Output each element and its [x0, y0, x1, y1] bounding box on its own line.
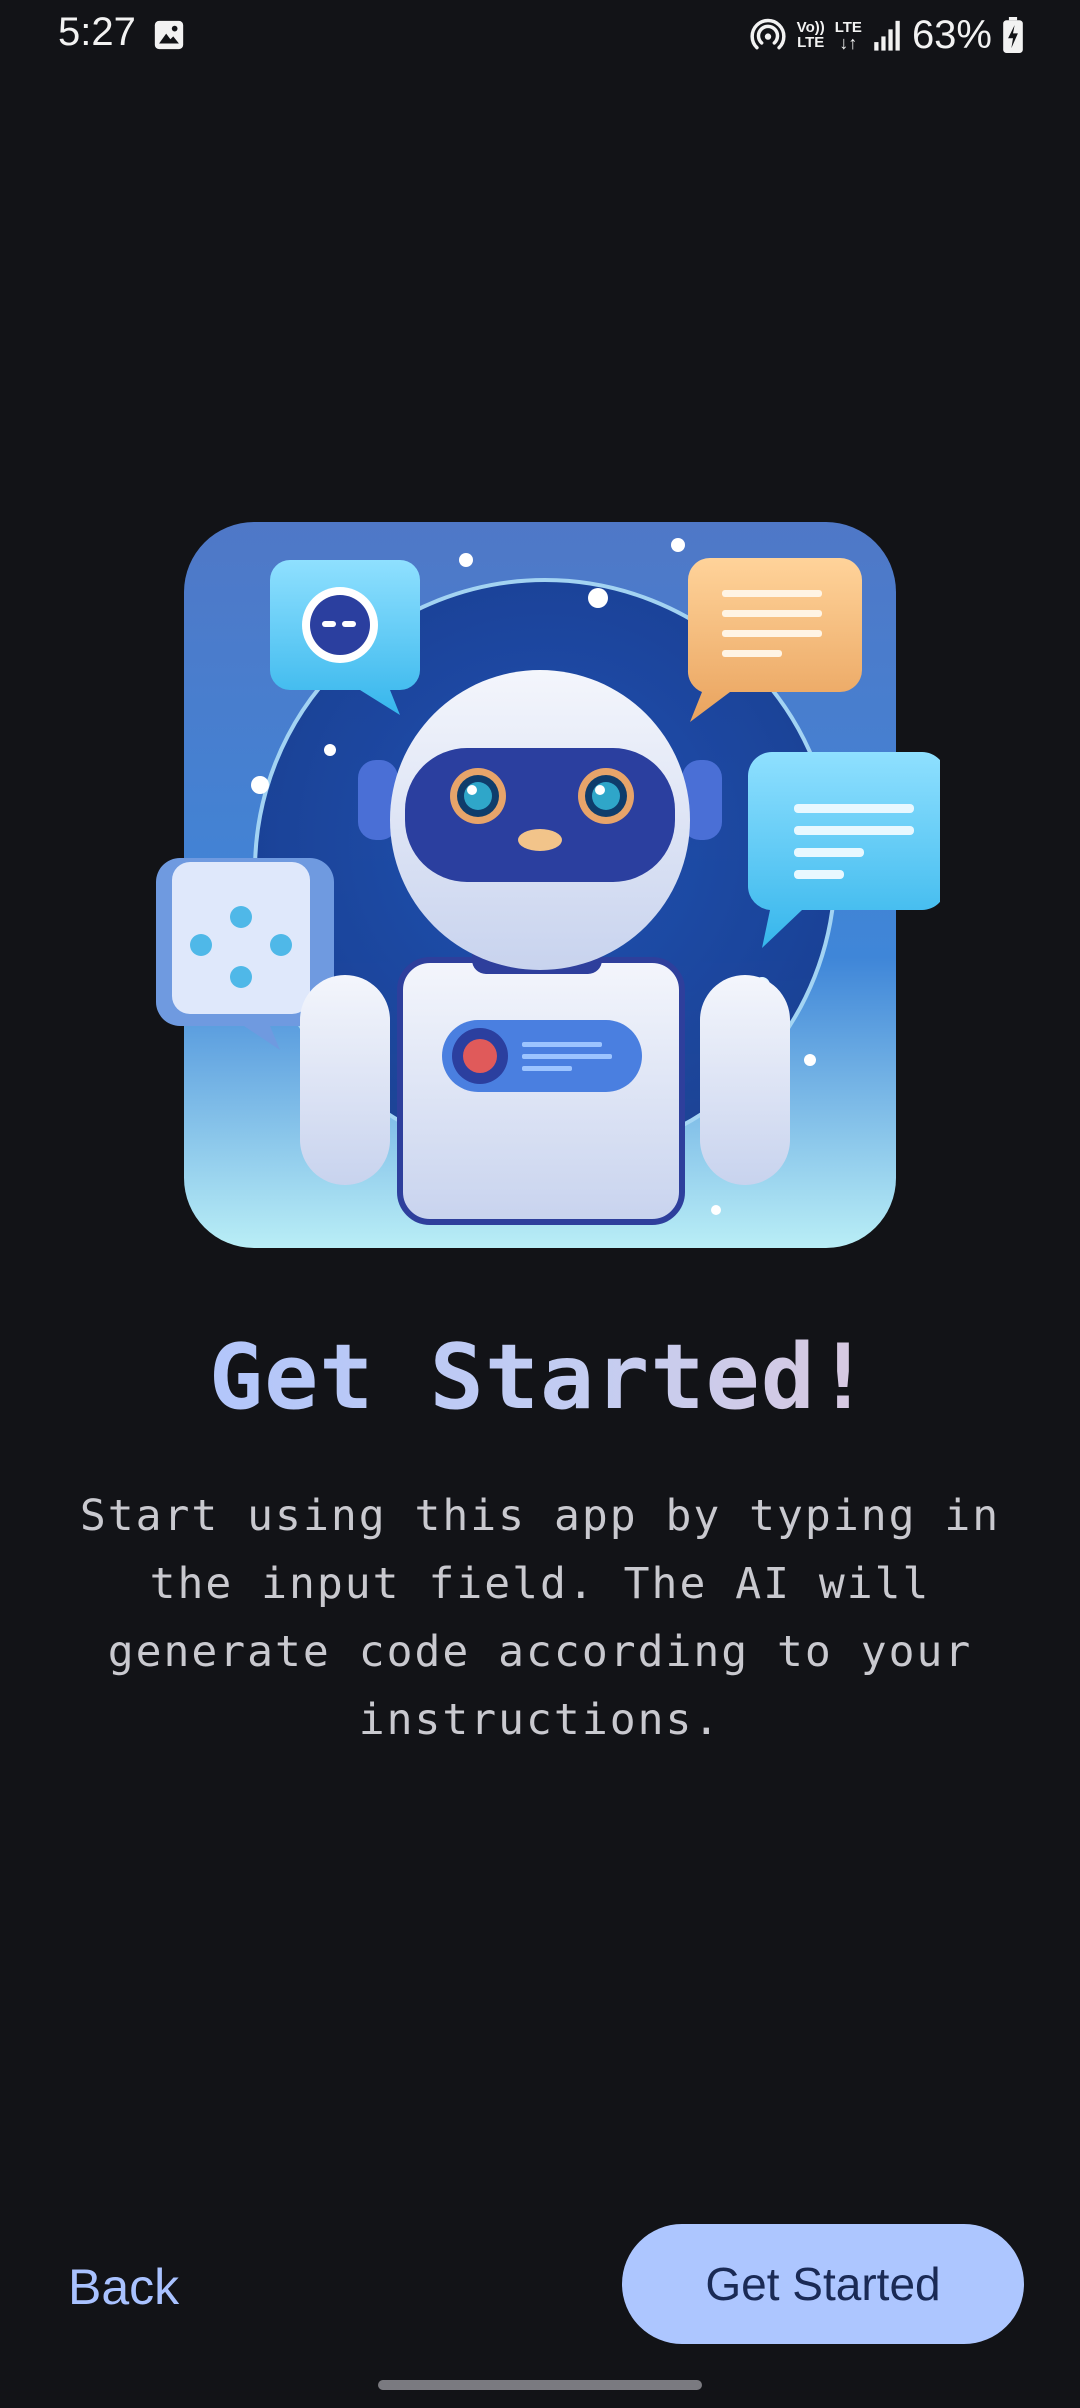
volte-tag-bottom: LTE: [797, 34, 825, 51]
get-started-button[interactable]: Get Started: [622, 2224, 1024, 2344]
onboarding-description: Start using this app by typing in the in…: [79, 1491, 1001, 1745]
page-title: Get Started!: [0, 1325, 1080, 1430]
status-bar: 5:27 Vo)) LTE LTE ↓↑ 63%: [0, 0, 1080, 70]
battery-charging-icon: [1003, 17, 1023, 53]
status-indicators: Vo)) LTE LTE ↓↑ 63%: [749, 10, 1024, 60]
signal-icon: [874, 20, 900, 51]
status-time: 5:27: [58, 10, 136, 54]
lte-arrows-icon: ↓↑: [839, 32, 858, 53]
back-button[interactable]: Back: [68, 2252, 179, 2322]
hotspot-icon: [750, 18, 786, 50]
home-indicator[interactable]: [378, 2380, 702, 2390]
lte-icon: LTE ↓↑: [835, 20, 862, 53]
volte-tag-top: Vo)): [796, 19, 825, 36]
volte-icon: Vo)) LTE: [797, 20, 825, 50]
gallery-icon: [154, 20, 184, 50]
battery-percent: 63%: [911, 12, 992, 57]
robot-chat-illustration: [156, 522, 940, 1248]
